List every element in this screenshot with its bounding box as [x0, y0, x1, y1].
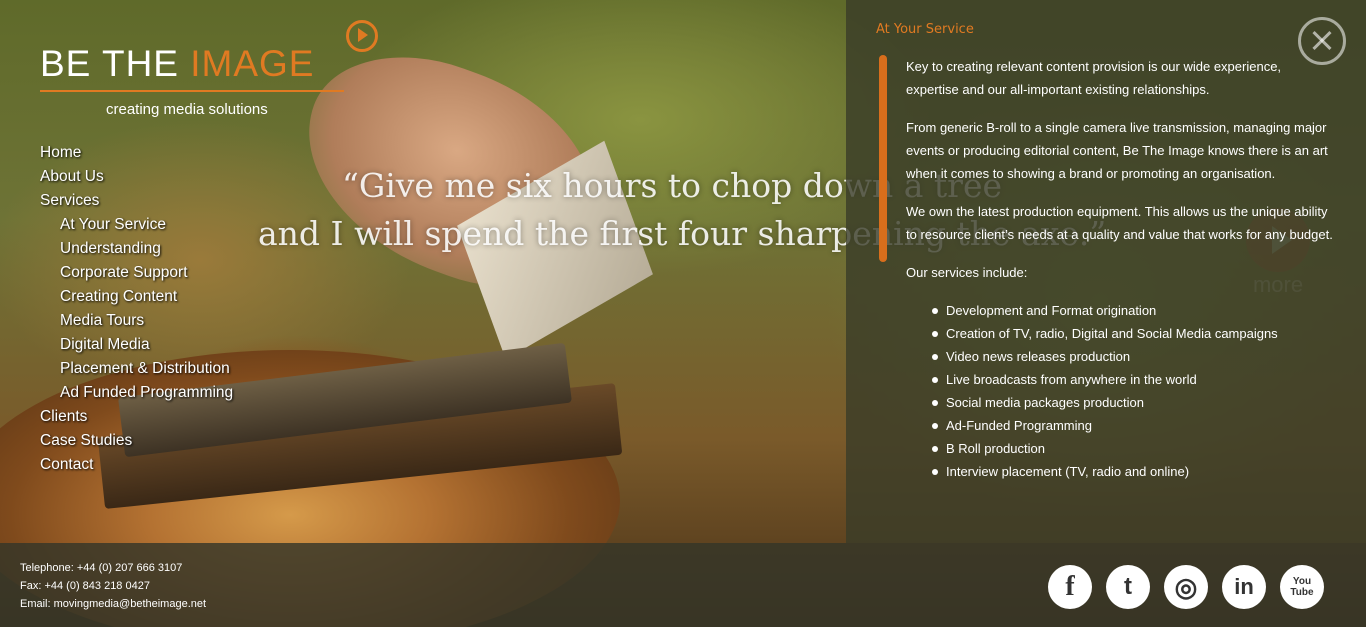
- panel-heading: At Your Service: [876, 22, 974, 37]
- services-list: Development and Format origination Creati…: [906, 299, 1336, 483]
- youtube-icon-glyph: You Tube: [1290, 576, 1314, 598]
- nav-item-contact[interactable]: Contact: [40, 455, 233, 479]
- logo-underline: [40, 90, 344, 92]
- logo-play-icon: [346, 20, 378, 52]
- panel-paragraph: Key to creating relevant content provisi…: [906, 59, 1282, 97]
- nav-item-placement-distribution[interactable]: Placement & Distribution: [40, 359, 233, 383]
- services-list-item: Interview placement (TV, radio and onlin…: [932, 460, 1336, 483]
- email-link[interactable]: Email: movingmedia@betheimage.net: [20, 595, 206, 613]
- services-list-item: Video news releases production: [932, 345, 1336, 368]
- fax-text: Fax: +44 (0) 843 218 0427: [20, 580, 150, 592]
- close-icon[interactable]: [1298, 17, 1346, 65]
- logo-text-part1: BE THE: [40, 43, 191, 84]
- telephone-text: Telephone: +44 (0) 207 666 3107: [20, 562, 183, 574]
- facebook-icon[interactable]: f: [1048, 565, 1092, 609]
- services-list-item: Social media packages production: [932, 391, 1336, 414]
- service-panel: At Your Service Key to creating relevant…: [846, 0, 1366, 543]
- linkedin-icon-glyph: in: [1234, 574, 1254, 599]
- footer: Telephone: +44 (0) 207 666 3107 Fax: +44…: [0, 543, 1366, 627]
- services-list-item: B Roll production: [932, 437, 1336, 460]
- services-list-item: Creation of TV, radio, Digital and Socia…: [932, 322, 1336, 345]
- logo[interactable]: BE THE IMAGE creating media solutions: [40, 20, 378, 118]
- logo-wordmark: BE THE IMAGE: [40, 20, 378, 84]
- services-list-item: Live broadcasts from anywhere in the wor…: [932, 368, 1336, 391]
- panel-paragraph: From generic B-roll to a single camera l…: [906, 120, 1328, 181]
- logo-tagline: creating media solutions: [106, 101, 268, 118]
- services-list-item: Development and Format origination: [932, 299, 1336, 322]
- facebook-icon-glyph: f: [1065, 571, 1075, 602]
- nav-item-home[interactable]: Home: [40, 143, 233, 167]
- main-navigation: Home About Us Services At Your Service Under…: [40, 143, 233, 479]
- nav-item-creating-content[interactable]: Creating Content: [40, 287, 233, 311]
- nav-item-at-your-service[interactable]: At Your Service: [40, 215, 233, 239]
- instagram-icon[interactable]: ◎: [1164, 565, 1208, 609]
- nav-item-understanding[interactable]: Understanding: [40, 239, 233, 263]
- panel-paragraph: Our services include:: [906, 265, 1028, 280]
- logo-text-part2: IMAGE: [190, 43, 315, 84]
- twitter-icon[interactable]: t: [1106, 565, 1150, 609]
- contact-info: Telephone: +44 (0) 207 666 3107 Fax: +44…: [20, 559, 206, 613]
- nav-item-digital-media[interactable]: Digital Media: [40, 335, 233, 359]
- panel-paragraph: We own the latest production equipment. …: [906, 204, 1333, 242]
- youtube-icon[interactable]: You Tube: [1280, 565, 1324, 609]
- nav-item-case-studies[interactable]: Case Studies: [40, 431, 233, 455]
- nav-item-about-us[interactable]: About Us: [40, 167, 233, 191]
- twitter-icon-glyph: t: [1124, 573, 1132, 600]
- nav-item-media-tours[interactable]: Media Tours: [40, 311, 233, 335]
- nav-item-ad-funded-programming[interactable]: Ad Funded Programming: [40, 383, 233, 407]
- nav-item-services[interactable]: Services: [40, 191, 233, 215]
- panel-scrollbar[interactable]: [879, 55, 887, 262]
- panel-content[interactable]: Key to creating relevant content provisi…: [906, 55, 1336, 517]
- nav-item-corporate-support[interactable]: Corporate Support: [40, 263, 233, 287]
- instagram-icon-glyph: ◎: [1174, 571, 1198, 602]
- linkedin-icon[interactable]: in: [1222, 565, 1266, 609]
- nav-item-clients[interactable]: Clients: [40, 407, 233, 431]
- services-list-item: Ad-Funded Programming: [932, 414, 1336, 437]
